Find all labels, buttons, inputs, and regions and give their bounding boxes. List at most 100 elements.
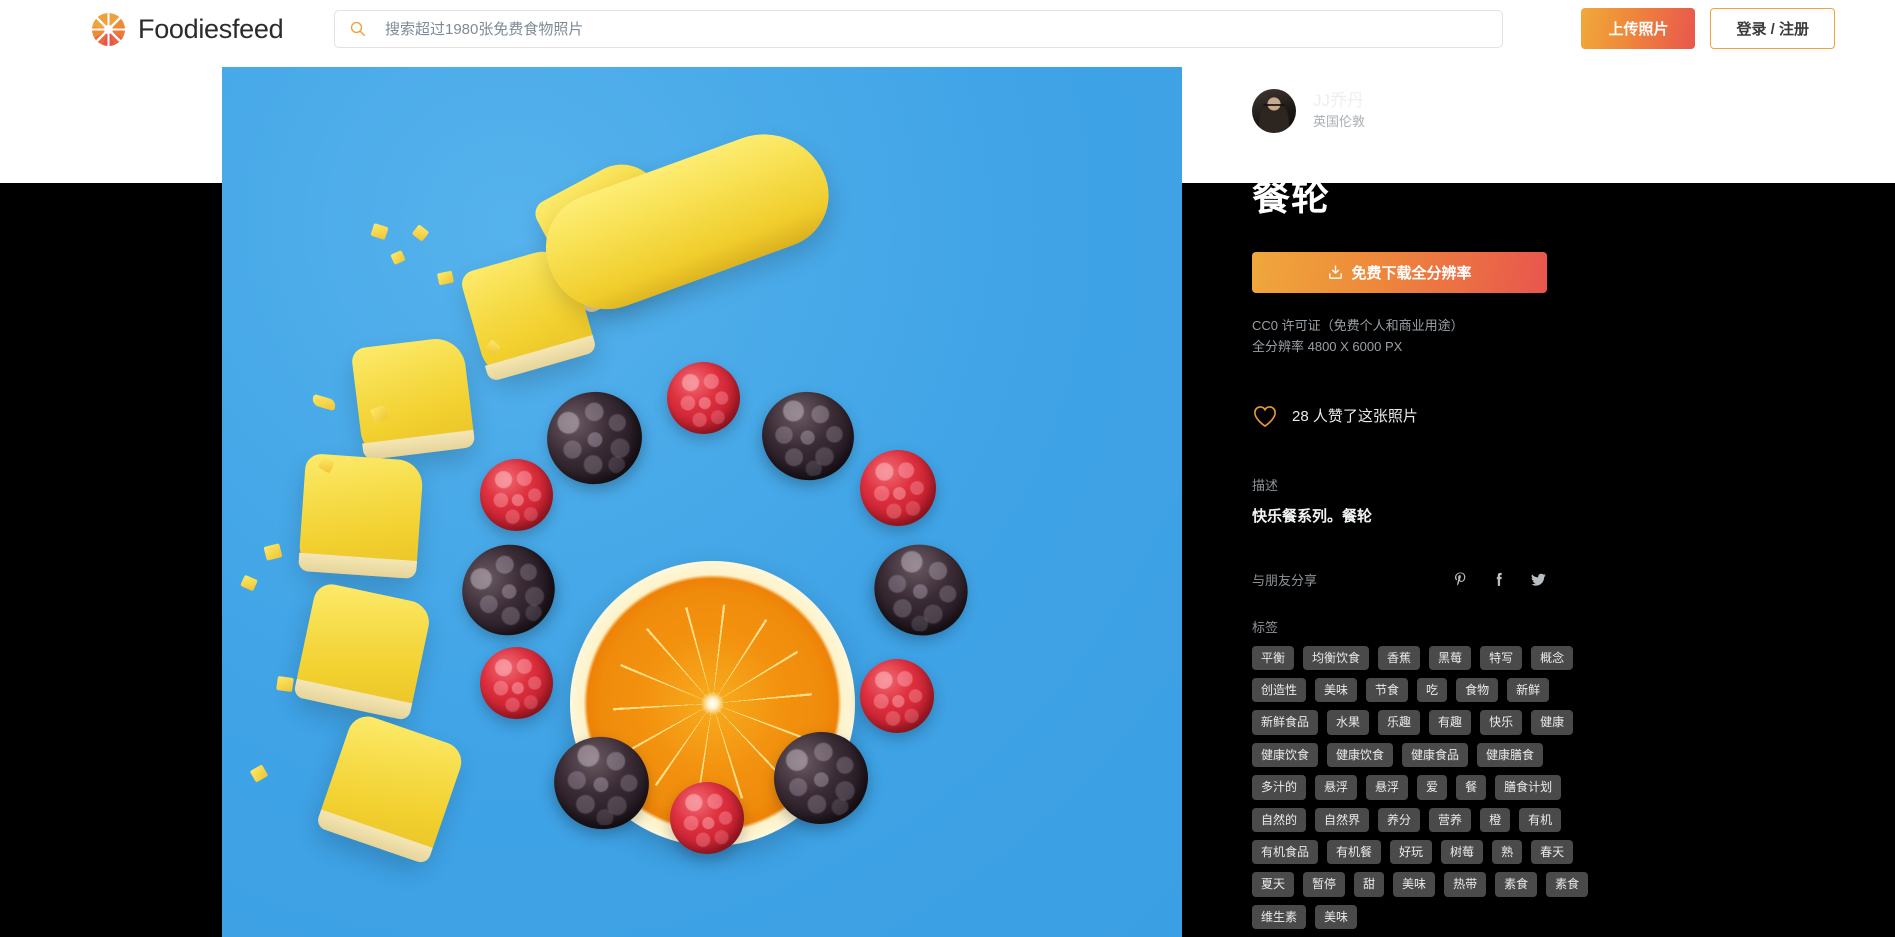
tag-item[interactable]: 有机餐 (1327, 840, 1382, 865)
tag-item[interactable]: 养分 (1378, 807, 1421, 833)
banana-crumb (276, 675, 294, 693)
blackberry (752, 382, 864, 490)
banana-piece (298, 453, 424, 579)
tag-item[interactable]: 黑莓 (1429, 645, 1472, 671)
tag-item[interactable]: 特写 (1480, 645, 1523, 671)
page-body: JJ乔丹 英国伦敦 餐轮 免费下载全分辨率 CC0 许可证（免费个人和商业用途）… (0, 58, 1895, 937)
like-count-text: 28 人赞了这张照片 (1292, 408, 1418, 426)
blackberry (859, 528, 983, 652)
tag-item[interactable]: 悬浮 (1315, 775, 1358, 800)
tag-item[interactable]: 新鲜食品 (1252, 710, 1319, 735)
raspberry (860, 450, 936, 526)
tag-item[interactable]: 美味 (1315, 678, 1358, 703)
page-title: 餐轮 (1252, 177, 1331, 219)
tag-item[interactable]: 概念 (1531, 645, 1574, 671)
tag-item[interactable]: 维生素 (1252, 904, 1307, 930)
tag-item[interactable]: 均衡饮食 (1303, 645, 1370, 671)
aperture-icon (92, 12, 125, 46)
photo-viewer[interactable] (222, 67, 1182, 937)
banana-crumb (370, 223, 389, 240)
brand-logo-link[interactable]: Foodiesfeed (92, 12, 284, 46)
banana-crumb (263, 543, 283, 561)
tag-item[interactable]: 健康食品 (1402, 742, 1469, 768)
author-location: 英国伦敦 (1313, 114, 1366, 130)
tag-item[interactable]: 餐 (1456, 775, 1487, 800)
banana-crumb (240, 574, 258, 592)
tag-item[interactable]: 爱 (1417, 775, 1448, 800)
description-label: 描述 (1252, 477, 1279, 493)
tag-item[interactable]: 健康膳食 (1477, 742, 1544, 768)
download-button[interactable]: 免费下载全分辨率 (1252, 251, 1547, 293)
tag-item[interactable]: 美味 (1315, 904, 1358, 930)
tag-item[interactable]: 快乐 (1480, 710, 1523, 735)
banana-crumb (436, 270, 455, 286)
tag-item[interactable]: 创造性 (1252, 678, 1307, 703)
raspberry (480, 647, 553, 719)
twitter-icon[interactable] (1530, 571, 1547, 588)
tag-item[interactable]: 橙 (1480, 807, 1511, 833)
tag-item[interactable]: 树莓 (1441, 840, 1484, 865)
raspberry (860, 659, 934, 733)
tag-item[interactable]: 营养 (1429, 807, 1472, 833)
heart-icon[interactable] (1252, 404, 1278, 428)
tag-item[interactable]: 熟 (1492, 840, 1523, 865)
tag-item[interactable]: 有机 (1519, 807, 1562, 833)
author-name: JJ乔丹 (1313, 90, 1364, 110)
description-text: 快乐餐系列。餐轮 (1252, 507, 1373, 525)
tag-list: 平衡 均衡饮食 香蕉 黑莓 特写 概念 创造性 美味 节食吃食物 新鲜 新鲜食品 水果 乐趣 有趣 快乐 健康… (1252, 645, 1597, 930)
tag-item[interactable]: 暂停 (1303, 872, 1346, 897)
tag-item[interactable]: 健康饮食 (1327, 742, 1394, 768)
author-link[interactable]: JJ乔丹 英国伦敦 (1252, 89, 1365, 133)
tag-item[interactable]: 水果 (1327, 710, 1370, 735)
banana-piece (350, 335, 476, 461)
tag-item[interactable]: 素食 (1495, 872, 1538, 897)
tag-item[interactable]: 好玩 (1390, 840, 1433, 865)
tag-item[interactable]: 乐趣 (1378, 710, 1421, 735)
upload-photo-button[interactable]: 上传照片 (1581, 8, 1696, 49)
tags-label: 标签 (1252, 619, 1279, 635)
tag-item[interactable]: 自然界 (1315, 807, 1370, 833)
share-icon-group (1452, 571, 1547, 588)
tag-item[interactable]: 美味 (1393, 872, 1436, 897)
tag-item[interactable]: 吃 (1417, 678, 1448, 703)
whole-banana (530, 115, 844, 327)
login-register-button[interactable]: 登录 / 注册 (1710, 8, 1835, 49)
tag-item[interactable]: 健康饮食 (1252, 742, 1319, 768)
like-row[interactable]: 28 人赞了这张照片 (1252, 404, 1418, 428)
tag-item[interactable]: 悬浮 (1366, 775, 1409, 800)
site-header: Foodiesfeed 上传照片 登录 / 注册 (0, 0, 1895, 58)
tag-item[interactable]: 夏天 (1252, 872, 1295, 897)
search-bar[interactable] (334, 10, 1503, 48)
photo-detail-panel: JJ乔丹 英国伦敦 餐轮 免费下载全分辨率 CC0 许可证（免费个人和商业用途）… (1252, 58, 1852, 937)
raspberry (667, 362, 740, 434)
tag-item[interactable]: 自然的 (1252, 807, 1307, 833)
brand-name: Foodiesfeed (138, 13, 284, 44)
banana-piece (315, 711, 467, 865)
tag-item[interactable]: 食物 (1456, 678, 1499, 703)
license-line-1: CC0 许可证（免费个人和商业用途） (1252, 317, 1464, 333)
tag-item[interactable]: 香蕉 (1378, 645, 1421, 671)
download-icon (1329, 265, 1343, 279)
search-icon (350, 21, 366, 37)
tag-item[interactable]: 健康 (1531, 710, 1574, 735)
tag-item[interactable]: 节食 (1366, 678, 1409, 703)
tag-item[interactable]: 甜 (1354, 872, 1385, 897)
blackberry (536, 380, 653, 496)
tag-item[interactable]: 新鲜 (1507, 678, 1550, 703)
facebook-icon[interactable] (1491, 571, 1508, 588)
tag-item[interactable]: 膳食计划 (1495, 775, 1562, 800)
raspberry (670, 782, 744, 854)
tag-item[interactable]: 有趣 (1429, 710, 1472, 735)
tag-item[interactable]: 平衡 (1252, 645, 1295, 671)
tag-item[interactable]: 热带 (1444, 872, 1487, 897)
pinterest-icon[interactable] (1452, 571, 1469, 588)
tag-item[interactable]: 多汁的 (1252, 775, 1307, 800)
tag-item[interactable]: 春天 (1531, 840, 1574, 865)
tag-item[interactable]: 有机食品 (1252, 840, 1319, 865)
license-line-2: 全分辨率 4800 X 6000 PX (1252, 339, 1403, 355)
tag-item[interactable]: 素食 (1546, 872, 1589, 897)
photo-image (222, 67, 1182, 937)
share-row: 与朋友分享 (1252, 570, 1547, 589)
banana-crumb (310, 393, 338, 412)
search-input[interactable] (385, 20, 1481, 38)
